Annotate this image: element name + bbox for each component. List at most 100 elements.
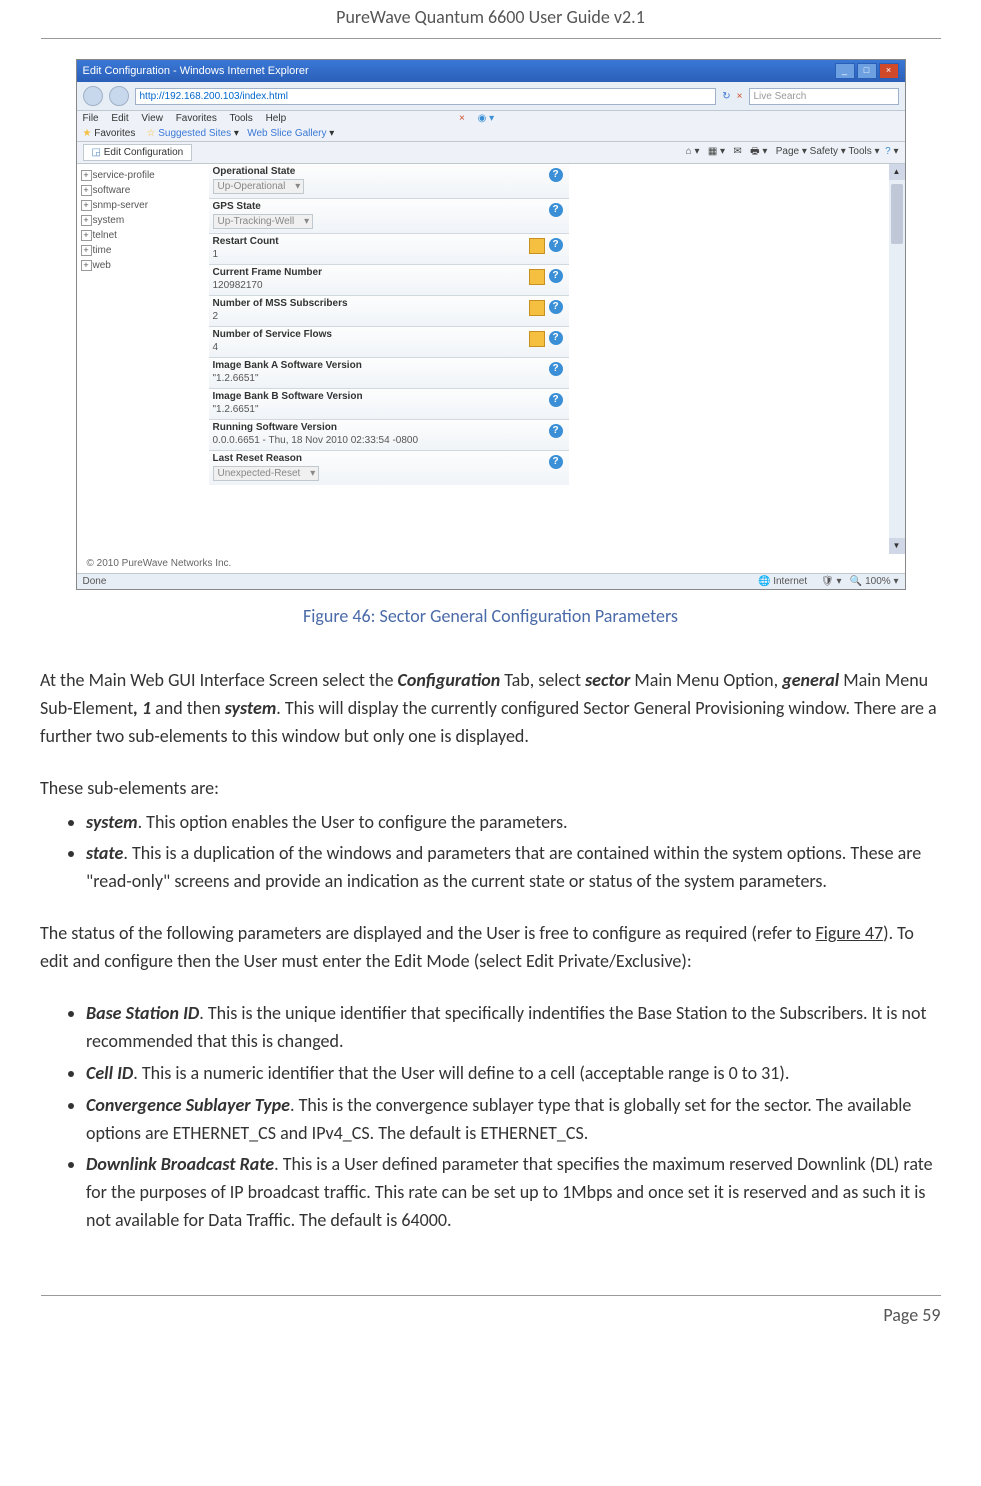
field-value: "1.2.6651" — [213, 404, 565, 415]
zoom-icon[interactable]: 🔍 — [850, 576, 862, 587]
menu-view[interactable]: View — [141, 113, 163, 124]
menu-favorites[interactable]: Favorites — [176, 113, 217, 124]
scroll-up-arrow[interactable]: ▲ — [889, 164, 905, 180]
field-value: 120982170 — [213, 280, 565, 291]
menu-help[interactable]: Help — [266, 113, 287, 124]
favorites-star-icon[interactable]: ★ — [83, 128, 92, 139]
menu-edit[interactable]: Edit — [111, 113, 128, 124]
field-label: Image Bank B Software Version — [213, 391, 565, 402]
url-field[interactable]: http://192.168.200.103/index.html — [135, 88, 717, 105]
help-icon[interactable]: ? — [549, 269, 563, 283]
help-icon[interactable]: ? — [549, 168, 563, 182]
help-icon[interactable]: ? — [549, 238, 563, 252]
form-row: Restart Count1? — [209, 233, 569, 264]
field-label: GPS State — [213, 201, 565, 212]
tree-item[interactable]: +snmp-server — [81, 198, 201, 213]
browser-window: Edit Configuration - Windows Internet Ex… — [76, 59, 906, 590]
browser-tab[interactable]: ◲ Edit Configuration — [83, 144, 193, 161]
status-zone: Internet — [773, 576, 807, 587]
tree-item[interactable]: +telnet — [81, 228, 201, 243]
menu-file[interactable]: File — [83, 113, 99, 124]
tree-item[interactable]: +web — [81, 258, 201, 273]
window-titlebar: Edit Configuration - Windows Internet Ex… — [77, 60, 905, 82]
tab-title: Edit Configuration — [104, 147, 184, 158]
help-icon[interactable]: ? — [549, 455, 563, 469]
minimize-button[interactable]: _ — [835, 63, 855, 79]
forward-button[interactable] — [109, 86, 129, 106]
field-label: Number of MSS Subscribers — [213, 298, 565, 309]
blank-panel — [575, 164, 905, 536]
suggested-icon[interactable]: ☆ — [147, 128, 156, 139]
paragraph-3: The status of the following parameters a… — [40, 920, 941, 976]
form-row: Current Frame Number120982170? — [209, 264, 569, 295]
config-tree: +service-profile +software +snmp-server … — [77, 164, 205, 554]
chart-icon[interactable] — [529, 300, 545, 316]
field-label: Running Software Version — [213, 422, 565, 433]
form-row: Number of MSS Subscribers2? — [209, 295, 569, 326]
tree-item[interactable]: +time — [81, 243, 201, 258]
protected-mode-icon: 🛡 ▾ — [821, 576, 842, 587]
page-header: PureWave Quantum 6600 User Guide v2.1 — [41, 0, 941, 39]
parameters-list: Base Station ID. This is the unique iden… — [40, 1000, 941, 1235]
suggested-sites[interactable]: Suggested Sites — [158, 128, 231, 139]
status-done: Done — [83, 576, 107, 587]
stop-icon[interactable]: × — [737, 91, 743, 102]
close-tab-icon[interactable]: × — [459, 113, 465, 124]
help-icon[interactable]: ? — [549, 424, 563, 438]
tree-item[interactable]: +software — [81, 183, 201, 198]
form-panel: Operational StateUp-Operational?GPS Stat… — [205, 164, 573, 554]
paragraph-2: These sub-elements are: — [40, 775, 941, 803]
search-provider-icon[interactable]: ◉ ▾ — [478, 113, 495, 124]
list-item: Base Station ID. This is the unique iden… — [86, 1000, 941, 1056]
tree-item[interactable]: +service-profile — [81, 168, 201, 183]
list-item: system. This option enables the User to … — [86, 809, 941, 837]
internet-zone-icon: 🌐 — [758, 576, 770, 587]
vertical-scrollbar[interactable]: ▲ ▼ — [889, 164, 905, 554]
mail-icon[interactable]: ✉ — [733, 146, 741, 157]
paragraph-1: At the Main Web GUI Interface Screen sel… — [40, 667, 941, 751]
help-icon[interactable]: ? — [549, 362, 563, 376]
close-button[interactable]: × — [879, 63, 899, 79]
help-icon[interactable]: ? — [885, 146, 891, 157]
scroll-down-arrow[interactable]: ▼ — [889, 538, 905, 554]
chart-icon[interactable] — [529, 331, 545, 347]
form-row: Image Bank A Software Version"1.2.6651"? — [209, 357, 569, 388]
form-row: Last Reset ReasonUnexpected-Reset? — [209, 450, 569, 485]
favorites-label[interactable]: Favorites — [94, 128, 135, 139]
status-bar: Done 🌐 Internet 🛡 ▾ 🔍 100% ▾ — [77, 573, 905, 589]
search-field[interactable]: Live Search — [749, 88, 899, 105]
help-icon[interactable]: ? — [549, 331, 563, 345]
help-icon[interactable]: ? — [549, 300, 563, 314]
figure-screenshot: Edit Configuration - Windows Internet Ex… — [76, 59, 906, 590]
field-value: 0.0.0.6651 - Thu, 18 Nov 2010 02:33:54 -… — [213, 435, 565, 446]
tree-item[interactable]: +system — [81, 213, 201, 228]
chart-icon[interactable] — [529, 238, 545, 254]
figure-caption: Figure 46: Sector General Configuration … — [40, 605, 941, 627]
figure-link[interactable]: Figure 47 — [815, 922, 883, 944]
toolbar-menus[interactable]: Page ▾ Safety ▾ Tools ▾ — [776, 146, 880, 157]
tab-bar: ◲ Edit Configuration ⌂ ▾ ▦ ▾ ✉ 🖶 ▾ Page … — [77, 142, 905, 164]
help-icon[interactable]: ? — [549, 203, 563, 217]
field-select[interactable]: Unexpected-Reset — [213, 466, 320, 481]
window-buttons: _ □ × — [835, 63, 899, 79]
print-icon[interactable]: 🖶 — [750, 146, 759, 157]
field-select[interactable]: Up-Tracking-Well — [213, 214, 314, 229]
web-slice-gallery[interactable]: Web Slice Gallery — [247, 128, 326, 139]
field-select[interactable]: Up-Operational — [213, 179, 305, 194]
command-bar[interactable]: ⌂ ▾ ▦ ▾ ✉ 🖶 ▾ Page ▾ Safety ▾ Tools ▾ ? … — [686, 144, 899, 161]
list-item: Convergence Sublayer Type. This is the c… — [86, 1092, 941, 1148]
form-row: Operational State Up-Operational? — [209, 164, 569, 198]
status-zoom[interactable]: 100% — [865, 576, 891, 587]
home-icon[interactable]: ⌂ — [686, 146, 692, 157]
scroll-thumb[interactable] — [891, 184, 903, 244]
feeds-icon[interactable]: ▦ — [708, 146, 717, 157]
refresh-icon[interactable]: ↻ — [722, 91, 730, 102]
back-button[interactable] — [83, 86, 103, 106]
maximize-button[interactable]: □ — [857, 63, 877, 79]
chart-icon[interactable] — [529, 269, 545, 285]
list-item: Cell ID. This is a numeric identifier th… — [86, 1060, 941, 1088]
menu-tools[interactable]: Tools — [229, 113, 252, 124]
field-label: Operational State — [213, 166, 565, 177]
help-icon[interactable]: ? — [549, 393, 563, 407]
page-footer: Page 59 — [41, 1295, 941, 1326]
